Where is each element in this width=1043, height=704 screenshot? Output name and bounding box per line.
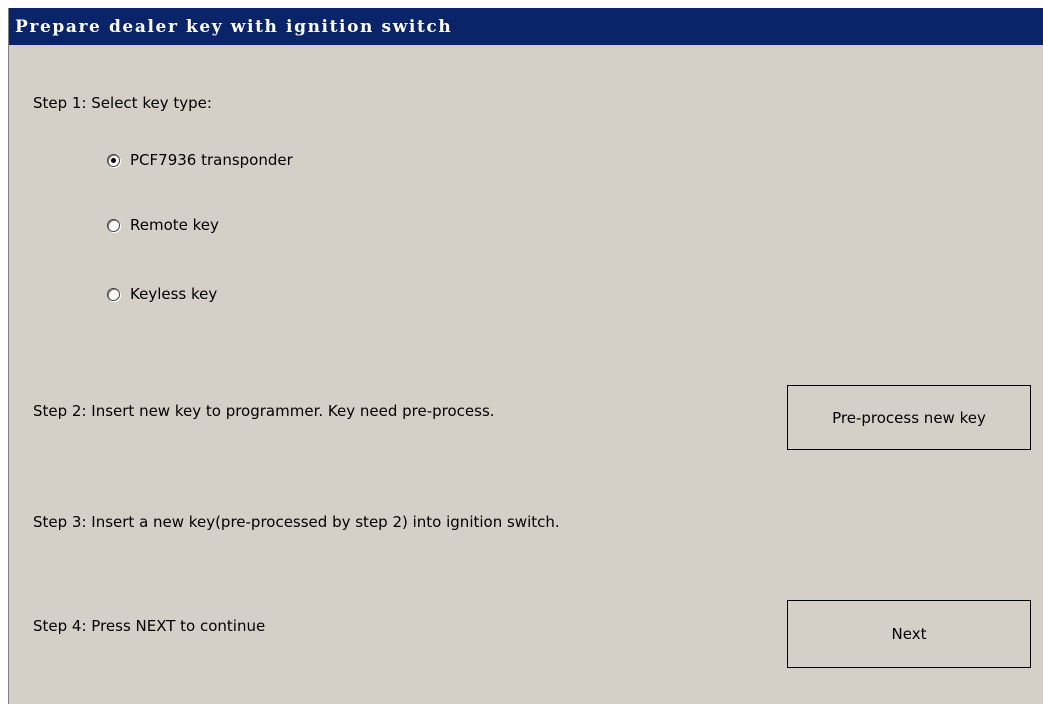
title-bar: Prepare dealer key with ignition switch [9,8,1043,45]
step2-label: Step 2: Insert new key to programmer. Ke… [33,402,495,420]
radio-option-keyless-key[interactable]: Keyless key [107,285,217,303]
step3-label: Step 3: Insert a new key(pre-processed b… [33,513,560,531]
radio-option-pcf7936[interactable]: PCF7936 transponder [107,151,293,169]
radio-label-keyless-key[interactable]: Keyless key [130,285,217,303]
step1-label: Step 1: Select key type: [33,94,212,112]
radio-button-icon[interactable] [107,218,120,232]
radio-button-icon[interactable] [107,153,120,167]
radio-label-pcf7936[interactable]: PCF7936 transponder [130,151,293,169]
pre-process-new-key-button[interactable]: Pre-process new key [787,385,1031,450]
window-title: Prepare dealer key with ignition switch [15,17,453,37]
radio-button-icon[interactable] [107,287,120,301]
radio-label-remote-key[interactable]: Remote key [130,216,219,234]
next-button[interactable]: Next [787,600,1031,668]
dialog-window: Prepare dealer key with ignition switch … [8,8,1043,704]
radio-option-remote-key[interactable]: Remote key [107,216,219,234]
step4-label: Step 4: Press NEXT to continue [33,617,266,635]
